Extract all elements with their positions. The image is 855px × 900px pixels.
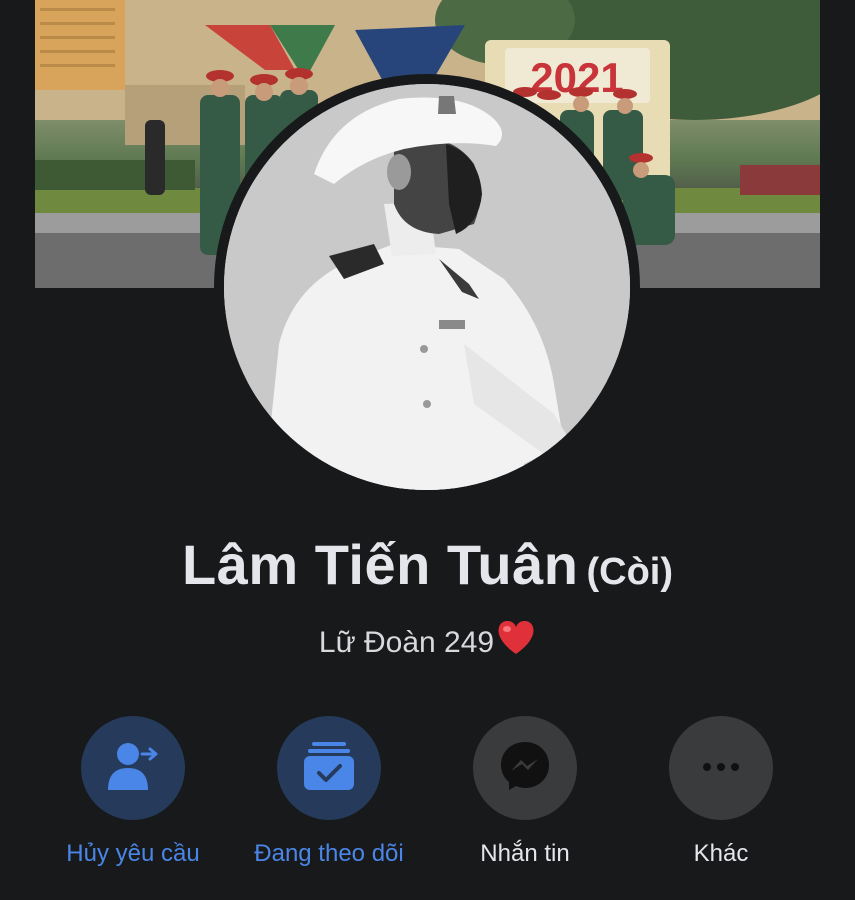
- more-button[interactable]: Khác: [621, 716, 821, 868]
- following-button[interactable]: Đang theo dõi: [229, 716, 429, 868]
- profile-picture[interactable]: [224, 84, 630, 490]
- cancel-request-button[interactable]: Hủy yêu cầu: [33, 716, 233, 868]
- message-button-circle[interactable]: [473, 716, 577, 820]
- profile-bio: Lữ Đoàn 249: [0, 620, 855, 664]
- more-button-circle[interactable]: [669, 716, 773, 820]
- profile-name-row: Lâm Tiến Tuân (Còi): [0, 532, 855, 597]
- red-heart-icon: [496, 620, 536, 664]
- cancel-request-label: Hủy yêu cầu: [66, 840, 200, 867]
- more-icon: [701, 759, 741, 777]
- following-button-circle[interactable]: [277, 716, 381, 820]
- profile-picture-frame[interactable]: [214, 74, 640, 500]
- message-button[interactable]: Nhắn tin: [425, 716, 625, 868]
- profile-bio-text: Lữ Đoàn 249: [318, 626, 495, 659]
- following-icon: [302, 740, 356, 797]
- message-label: Nhắn tin: [480, 840, 570, 867]
- profile-alternate-name: (Còi): [586, 551, 673, 593]
- profile-name: Lâm Tiến Tuân: [181, 533, 579, 596]
- cancel-request-button-circle[interactable]: [81, 716, 185, 820]
- profile-actions: Hủy yêu cầu Đang theo dõi Nhắn tin Khác: [0, 716, 855, 876]
- more-label: Khác: [693, 840, 749, 867]
- messenger-icon: [498, 739, 552, 798]
- following-label: Đang theo dõi: [254, 840, 404, 867]
- cancel-friend-request-icon: [106, 740, 160, 797]
- profile-picture-image: [224, 84, 630, 490]
- profile-page: 2021 Lâm Tiến Tuân (Còi) Lữ Đoàn 249 Hủy…: [0, 0, 855, 900]
